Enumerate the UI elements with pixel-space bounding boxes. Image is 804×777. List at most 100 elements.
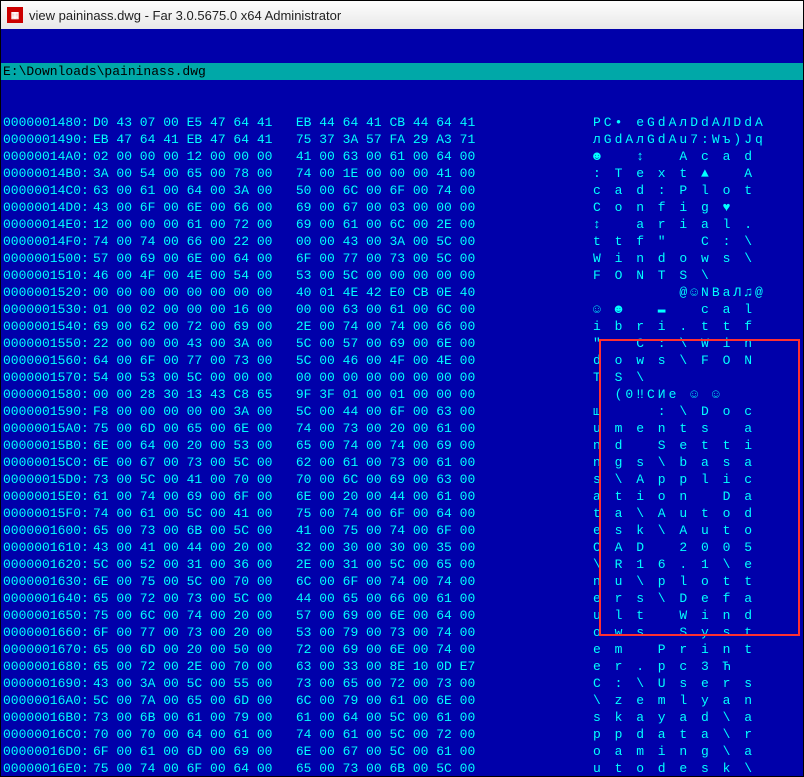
hex-bytes: 5C 00 52 00 31 00 36 00 2E 00 31 00 5C 0…	[93, 556, 593, 573]
hex-row: 0000001600:65 00 73 00 6B 00 5C 00 41 00…	[3, 522, 801, 539]
hex-row: 00000014D0:43 00 6F 00 6E 00 66 00 69 00…	[3, 199, 801, 216]
hex-row: 00000014B0:3A 00 54 00 65 00 78 00 74 00…	[3, 165, 801, 182]
offset: 00000015C0:	[3, 454, 93, 471]
hex-row: 00000014F0:74 00 74 00 66 00 22 00 00 00…	[3, 233, 801, 250]
offset: 0000001690:	[3, 675, 93, 692]
offset: 0000001620:	[3, 556, 93, 573]
offset: 00000016C0:	[3, 726, 93, 743]
offset: 0000001520:	[3, 284, 93, 301]
offset: 0000001560:	[3, 352, 93, 369]
hex-bytes: 00 00 28 30 13 43 C8 65 9F 3F 01 00 01 0…	[93, 386, 593, 403]
ascii: e r s \ D e f a	[593, 590, 803, 607]
ascii: : T e x t ▲ A	[593, 165, 803, 182]
hex-bytes: 74 00 61 00 5C 00 41 00 75 00 74 00 6F 0…	[93, 505, 593, 522]
ascii: ш : \ D o c	[593, 403, 803, 420]
ascii: d o w s \ F O N	[593, 352, 803, 369]
hex-row: 0000001480:D0 43 07 00 E5 47 64 41 EB 44…	[3, 114, 801, 131]
hex-bytes: 65 00 72 00 73 00 5C 00 44 00 65 00 66 0…	[93, 590, 593, 607]
hex-row: 0000001560:64 00 6F 00 77 00 73 00 5C 00…	[3, 352, 801, 369]
hex-row: 00000014E0:12 00 00 00 61 00 72 00 69 00…	[3, 216, 801, 233]
hex-viewer[interactable]: E:\Downloads\paininass.dwg 0000001480:D0…	[1, 29, 803, 776]
hex-row: 00000014A0:02 00 00 00 12 00 00 00 41 00…	[3, 148, 801, 165]
ascii: n d S e t t i	[593, 437, 803, 454]
offset: 0000001550:	[3, 335, 93, 352]
ascii: o a m i n g \ a	[593, 743, 803, 760]
hex-bytes: 54 00 53 00 5C 00 00 00 00 00 00 00 00 0…	[93, 369, 593, 386]
hex-bytes: 75 00 74 00 6F 00 64 00 65 00 73 00 6B 0…	[93, 760, 593, 776]
hex-row: 0000001620:5C 00 52 00 31 00 36 00 2E 00…	[3, 556, 801, 573]
ascii: C o n f i g ♥	[593, 199, 803, 216]
offset: 00000016B0:	[3, 709, 93, 726]
hex-bytes: 02 00 00 00 12 00 00 00 41 00 63 00 61 0…	[93, 148, 593, 165]
hex-bytes: 64 00 6F 00 77 00 73 00 5C 00 46 00 4F 0…	[93, 352, 593, 369]
ascii: " C : \ W i n	[593, 335, 803, 352]
offset: 0000001650:	[3, 607, 93, 624]
offset: 00000014F0:	[3, 233, 93, 250]
ascii: t t f " C : \	[593, 233, 803, 250]
hex-bytes: 01 00 02 00 00 00 16 00 00 00 63 00 61 0…	[93, 301, 593, 318]
ascii: @☺NBаЛ♫@	[593, 284, 803, 301]
offset: 0000001580:	[3, 386, 93, 403]
offset: 0000001660:	[3, 624, 93, 641]
offset: 00000014D0:	[3, 199, 93, 216]
ascii: e m P r i n t	[593, 641, 803, 658]
ascii: e s k \ A u t o	[593, 522, 803, 539]
hex-row: 0000001670:65 00 6D 00 20 00 50 00 72 00…	[3, 641, 801, 658]
hex-bytes: 43 00 6F 00 6E 00 66 00 69 00 67 00 03 0…	[93, 199, 593, 216]
ascii: o w s S y s t	[593, 624, 803, 641]
hex-row: 00000014C0:63 00 61 00 64 00 3A 00 50 00…	[3, 182, 801, 199]
titlebar[interactable]: ▦ view paininass.dwg - Far 3.0.5675.0 x6…	[1, 1, 803, 30]
hex-bytes: 46 00 4F 00 4E 00 54 00 53 00 5C 00 00 0…	[93, 267, 593, 284]
hex-row: 00000016D0:6F 00 61 00 6D 00 69 00 6E 00…	[3, 743, 801, 760]
ascii: W i n d o w s \	[593, 250, 803, 267]
hex-bytes: 6F 00 77 00 73 00 20 00 53 00 79 00 73 0…	[93, 624, 593, 641]
hex-row: 00000016C0:70 00 70 00 64 00 61 00 74 00…	[3, 726, 801, 743]
ascii: e r . p c 3 Ћ	[593, 658, 803, 675]
hex-bytes: 12 00 00 00 61 00 72 00 69 00 61 00 6C 0…	[93, 216, 593, 233]
ascii: C : \ U s e r s	[593, 675, 803, 692]
hex-bytes: 61 00 74 00 69 00 6F 00 6E 00 20 00 44 0…	[93, 488, 593, 505]
hex-bytes: 63 00 61 00 64 00 3A 00 50 00 6C 00 6F 0…	[93, 182, 593, 199]
offset: 0000001630:	[3, 573, 93, 590]
hex-bytes: 65 00 6D 00 20 00 50 00 72 00 69 00 6E 0…	[93, 641, 593, 658]
offset: 00000014E0:	[3, 216, 93, 233]
offset: 0000001640:	[3, 590, 93, 607]
ascii: s k a y a d \ a	[593, 709, 803, 726]
hex-row: 0000001540:69 00 62 00 72 00 69 00 2E 00…	[3, 318, 801, 335]
hex-row: 0000001660:6F 00 77 00 73 00 20 00 53 00…	[3, 624, 801, 641]
hex-row: 00000015E0:61 00 74 00 69 00 6F 00 6E 00…	[3, 488, 801, 505]
ascii: c a d : P l o t	[593, 182, 803, 199]
hex-row: 0000001570:54 00 53 00 5C 00 00 00 00 00…	[3, 369, 801, 386]
ascii: n g s \ b a s a	[593, 454, 803, 471]
hex-row: 0000001580:00 00 28 30 13 43 C8 65 9F 3F…	[3, 386, 801, 403]
hex-row: 0000001590:F8 00 00 00 00 00 3A 00 5C 00…	[3, 403, 801, 420]
hex-row: 0000001630:6E 00 75 00 5C 00 70 00 6C 00…	[3, 573, 801, 590]
hex-bytes: F8 00 00 00 00 00 3A 00 5C 00 44 00 6F 0…	[93, 403, 593, 420]
offset: 0000001670:	[3, 641, 93, 658]
hex-row: 00000016A0:5C 00 7A 00 65 00 6D 00 6C 00…	[3, 692, 801, 709]
offset: 0000001610:	[3, 539, 93, 556]
hex-row: 0000001510:46 00 4F 00 4E 00 54 00 53 00…	[3, 267, 801, 284]
ascii: a t i o n D a	[593, 488, 803, 505]
hex-bytes: 74 00 74 00 66 00 22 00 00 00 43 00 3A 0…	[93, 233, 593, 250]
offset: 0000001480:	[3, 114, 93, 131]
hex-bytes: 3A 00 54 00 65 00 78 00 74 00 1E 00 00 0…	[93, 165, 593, 182]
offset: 0000001540:	[3, 318, 93, 335]
hex-bytes: 69 00 62 00 72 00 69 00 2E 00 74 00 74 0…	[93, 318, 593, 335]
ascii: \ R 1 6 . 1 \ e	[593, 556, 803, 573]
hex-bytes: 73 00 5C 00 41 00 70 00 70 00 6C 00 69 0…	[93, 471, 593, 488]
offset: 00000015E0:	[3, 488, 93, 505]
ascii: t a \ A u t o d	[593, 505, 803, 522]
hex-bytes: 43 00 41 00 44 00 20 00 32 00 30 00 30 0…	[93, 539, 593, 556]
hex-row: 0000001650:75 00 6C 00 74 00 20 00 57 00…	[3, 607, 801, 624]
ascii: ☺ ☻ ▬ c a l	[593, 301, 803, 318]
hex-row: 0000001640:65 00 72 00 73 00 5C 00 44 00…	[3, 590, 801, 607]
hex-row: 0000001550:22 00 00 00 43 00 3A 00 5C 00…	[3, 335, 801, 352]
offset: 0000001500:	[3, 250, 93, 267]
hex-row: 00000015D0:73 00 5C 00 41 00 70 00 70 00…	[3, 471, 801, 488]
hex-row: 0000001680:65 00 72 00 2E 00 70 00 63 00…	[3, 658, 801, 675]
ascii: ☻ ↕ A c a d	[593, 148, 803, 165]
offset: 0000001510:	[3, 267, 93, 284]
file-path: E:\Downloads\paininass.dwg	[1, 63, 803, 80]
offset: 00000015D0:	[3, 471, 93, 488]
